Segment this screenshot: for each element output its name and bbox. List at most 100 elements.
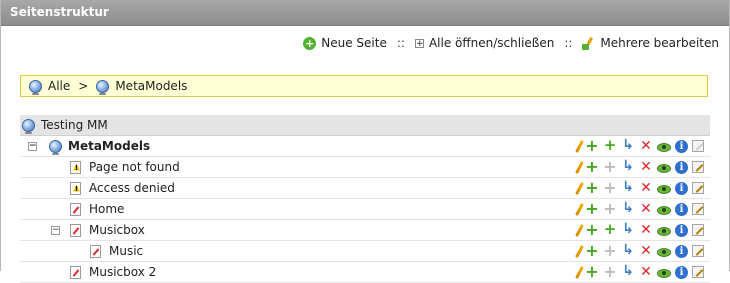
delete-icon[interactable]: ✕ — [639, 160, 653, 174]
delete-icon[interactable]: ✕ — [639, 265, 653, 279]
add-icon[interactable]: + — [585, 201, 599, 217]
row-actions: + + ↳ ✕ i — [572, 138, 704, 154]
page-warning-icon — [70, 160, 81, 174]
delete-icon[interactable]: ✕ — [639, 202, 653, 216]
delete-icon[interactable]: ✕ — [639, 223, 653, 237]
globe-icon — [49, 139, 62, 155]
edit-header-icon[interactable] — [692, 245, 704, 257]
edit-header-icon[interactable] — [692, 224, 704, 236]
add-icon[interactable]: + — [585, 222, 599, 238]
tree-row: Musicbox 2 + + ↳ ✕ i — [20, 262, 710, 283]
page-icon — [90, 244, 101, 258]
tree-row: Music + + ↳ ✕ i — [20, 241, 710, 262]
tree-row-label[interactable]: Home — [89, 202, 124, 216]
add-icon[interactable]: + — [585, 264, 599, 280]
move-icon[interactable]: ↳ — [621, 180, 635, 195]
tree-row-label[interactable]: Musicbox 2 — [89, 265, 156, 279]
edit-icon[interactable] — [575, 223, 584, 237]
tree-row-label[interactable]: Access denied — [89, 181, 175, 195]
info-icon[interactable]: i — [675, 223, 688, 237]
tree-row-label[interactable]: Musicbox — [89, 223, 145, 237]
preview-icon[interactable] — [657, 205, 671, 215]
collapse-toggle[interactable]: − — [28, 141, 37, 151]
add-icon[interactable]: + — [585, 138, 599, 154]
page-icon — [70, 265, 81, 279]
add-icon: + — [303, 36, 317, 50]
delete-icon[interactable]: ✕ — [639, 139, 653, 153]
page-tree: Testing MM − MetaModels + + ↳ ✕ i Page n… — [20, 115, 710, 283]
add-icon[interactable]: + — [585, 243, 599, 259]
toggle-all-button[interactable]: + Alle öffnen/schließen — [414, 36, 555, 50]
add-child-icon[interactable]: + — [603, 138, 617, 153]
edit-header-icon[interactable] — [692, 203, 704, 215]
page-warning-icon — [70, 181, 81, 195]
delete-icon[interactable]: ✕ — [639, 244, 653, 258]
info-icon[interactable]: i — [675, 265, 688, 279]
tree-row: Home + + ↳ ✕ i — [20, 199, 710, 220]
row-actions: + + ↳ ✕ i — [572, 201, 704, 217]
panel-title: Seitenstruktur — [1, 0, 729, 26]
preview-icon[interactable] — [657, 226, 671, 236]
edit-icon[interactable] — [575, 139, 584, 153]
edit-icon[interactable] — [575, 265, 584, 279]
edit-multiple-icon — [582, 36, 595, 50]
add-child-icon: + — [603, 157, 617, 176]
delete-icon[interactable]: ✕ — [639, 181, 653, 195]
tree-row: − MetaModels + + ↳ ✕ i — [20, 136, 710, 157]
add-icon[interactable]: + — [585, 159, 599, 175]
info-icon[interactable]: i — [675, 244, 688, 258]
add-child-icon[interactable]: + — [603, 222, 617, 237]
edit-header-icon — [692, 140, 704, 152]
site-structure-panel: Seitenstruktur + Neue Seite :: + Alle öf… — [0, 0, 730, 283]
tree-row-label[interactable]: Music — [109, 244, 143, 258]
edit-multiple-label: Mehrere bearbeiten — [600, 36, 719, 50]
move-icon[interactable]: ↳ — [621, 159, 635, 174]
info-icon[interactable]: i — [675, 181, 688, 195]
edit-icon[interactable] — [575, 244, 584, 258]
tree-row: − Musicbox + + ↳ ✕ i — [20, 220, 710, 241]
tree-row: Page not found + + ↳ ✕ i — [20, 157, 710, 178]
move-icon[interactable]: ↳ — [621, 243, 635, 258]
page-icon — [70, 202, 81, 216]
collapse-toggle[interactable]: − — [51, 225, 60, 235]
expand-collapse-icon: + — [414, 38, 424, 49]
move-icon[interactable]: ↳ — [621, 264, 635, 279]
row-actions: + + ↳ ✕ i — [572, 180, 704, 196]
edit-icon[interactable] — [575, 160, 584, 174]
preview-icon[interactable] — [657, 247, 671, 257]
info-icon[interactable]: i — [675, 139, 688, 153]
edit-header-icon[interactable] — [692, 266, 704, 278]
edit-header-icon[interactable] — [692, 161, 704, 173]
edit-icon[interactable] — [575, 181, 584, 195]
edit-multiple-button[interactable]: Mehrere bearbeiten — [582, 36, 719, 50]
new-page-label: Neue Seite — [321, 36, 387, 50]
row-actions: + + ↳ ✕ i — [572, 264, 704, 280]
breadcrumb-all[interactable]: Alle — [48, 79, 70, 93]
preview-icon[interactable] — [657, 268, 671, 278]
edit-header-icon[interactable] — [692, 182, 704, 194]
preview-icon[interactable] — [657, 142, 671, 152]
edit-icon[interactable] — [575, 202, 584, 216]
row-actions: + + ↳ ✕ i — [572, 241, 704, 260]
row-actions: + + ↳ ✕ i — [572, 222, 704, 238]
preview-icon[interactable] — [657, 163, 671, 173]
add-child-icon: + — [603, 241, 617, 260]
globe-icon — [96, 79, 110, 95]
page-icon — [70, 223, 81, 237]
move-icon[interactable]: ↳ — [621, 201, 635, 216]
add-icon[interactable]: + — [585, 180, 599, 196]
info-icon[interactable]: i — [675, 160, 688, 174]
info-icon[interactable]: i — [675, 202, 688, 216]
tree-row-label[interactable]: MetaModels — [68, 139, 150, 153]
globe-icon — [29, 79, 42, 95]
move-icon[interactable]: ↳ — [621, 138, 635, 153]
breadcrumb-current[interactable]: MetaModels — [115, 79, 187, 93]
new-page-button[interactable]: + Neue Seite — [303, 36, 387, 50]
preview-icon[interactable] — [657, 184, 671, 194]
move-icon[interactable]: ↳ — [621, 222, 635, 237]
toggle-all-label: Alle öffnen/schließen — [428, 36, 555, 50]
tree-root-label: Testing MM — [41, 118, 108, 132]
globe-icon — [22, 118, 35, 134]
tree-row: Access denied + + ↳ ✕ i — [20, 178, 710, 199]
tree-row-label[interactable]: Page not found — [89, 160, 180, 174]
